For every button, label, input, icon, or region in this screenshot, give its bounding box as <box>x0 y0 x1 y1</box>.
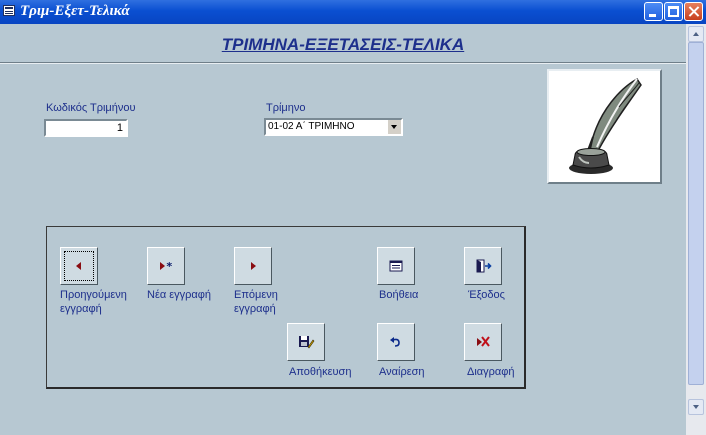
code-field[interactable]: 1 <box>44 119 128 137</box>
save-record-icon <box>299 336 315 349</box>
help-icon <box>389 260 403 272</box>
trimester-label: Τρίμηνο <box>266 102 306 114</box>
chevron-down-icon[interactable] <box>387 120 401 134</box>
save-caption: Αποθήκευση <box>289 366 352 378</box>
form-body: ΤΡΙΜΗΝΑ-ΕΞΕΤΑΣΕΙΣ-ΤΕΛΙΚΑ Κωδικός Τριμήνο… <box>0 24 686 435</box>
new-record-button[interactable]: * <box>147 247 185 285</box>
new-record-icon: * <box>160 260 173 273</box>
quill-logo <box>547 69 662 184</box>
exit-caption: Έξοδος <box>468 289 505 301</box>
new-record-caption: Νέα εγγραφή <box>147 289 212 301</box>
vertical-scrollbar[interactable] <box>686 24 706 435</box>
exit-door-icon <box>476 259 492 273</box>
delete-caption: Διαγραφή <box>467 366 515 378</box>
next-record-button[interactable] <box>234 247 272 285</box>
maximize-button[interactable] <box>664 2 683 21</box>
previous-record-caption: Προηγούμενη εγγραφή <box>60 289 127 315</box>
maximize-icon <box>668 6 679 17</box>
previous-record-button[interactable] <box>60 247 98 285</box>
trimester-combobox[interactable]: 01-02 Α΄ ΤΡΙΜΗΝΟ <box>264 118 403 136</box>
exit-button[interactable] <box>464 247 502 285</box>
next-record-icon <box>251 262 256 270</box>
close-button[interactable] <box>684 2 703 21</box>
prev-record-icon <box>76 262 81 270</box>
trimester-value: 01-02 Α΄ ΤΡΙΜΗΝΟ <box>268 121 355 132</box>
delete-record-icon <box>477 336 490 347</box>
form-icon[interactable] <box>3 5 15 16</box>
scroll-down-button[interactable] <box>688 399 704 415</box>
help-button[interactable] <box>377 247 415 285</box>
delete-button[interactable] <box>464 323 502 361</box>
minimize-icon <box>649 14 656 17</box>
window-title: Τριμ-Εξετ-Τελικά <box>20 3 130 19</box>
svg-text:*: * <box>166 260 173 273</box>
undo-icon <box>390 337 400 347</box>
save-button[interactable] <box>287 323 325 361</box>
quill-inkwell-icon <box>569 78 642 174</box>
navigation-panel: Προηγούμενη εγγραφή * Νέα εγγραφή Επόμενη… <box>46 226 526 389</box>
window-titlebar[interactable]: Τριμ-Εξετ-Τελικά <box>0 0 706 24</box>
scroll-thumb[interactable] <box>688 42 704 385</box>
undo-button[interactable] <box>377 323 415 361</box>
next-record-caption: Επόμενη εγγραφή <box>234 289 278 315</box>
code-label: Κωδικός Τριμήνου <box>46 102 136 114</box>
minimize-button[interactable] <box>644 2 663 21</box>
form-header-title: ΤΡΙΜΗΝΑ-ΕΞΕΤΑΣΕΙΣ-ΤΕΛΙΚΑ <box>221 35 465 54</box>
undo-caption: Αναίρεση <box>379 366 425 378</box>
help-caption: Βοήθεια <box>379 289 419 301</box>
scroll-up-button[interactable] <box>688 26 704 42</box>
